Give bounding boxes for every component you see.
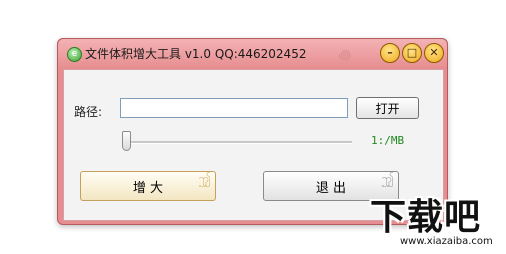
site-watermark: 下载吧 www.xiazaiba.com	[370, 196, 502, 248]
path-input[interactable]	[120, 98, 348, 118]
minimize-icon[interactable]: –	[380, 43, 400, 63]
size-slider-thumb[interactable]	[122, 131, 131, 151]
size-readout: 1:/MB	[371, 134, 405, 147]
exit-button-label: 退 出	[315, 180, 347, 196]
app-icon: e	[67, 47, 82, 62]
open-button-label: 打开	[375, 101, 400, 116]
close-icon[interactable]: ✕	[424, 43, 444, 63]
open-button[interactable]: 打开	[356, 97, 419, 119]
swirl-ornament-icon: ꩶ	[381, 172, 394, 185]
enlarge-button[interactable]: 增 大 ꩶ	[80, 171, 216, 201]
watermark-url: www.xiazaiba.com	[400, 236, 493, 247]
swirl-ornament-icon: ꩜	[338, 48, 351, 63]
watermark-brand: 下载吧	[370, 197, 482, 238]
swirl-ornament-icon: ꩶ	[198, 172, 211, 185]
maximize-icon[interactable]: □	[402, 43, 422, 63]
size-slider-track[interactable]	[122, 141, 352, 144]
path-label: 路径:	[74, 105, 103, 119]
window-title: 文件体积增大工具 v1.0 QQ:446202452	[85, 47, 307, 61]
title-bar[interactable]: e 文件体积增大工具 v1.0 QQ:446202452 ꩜ – □ ✕	[58, 39, 447, 67]
enlarge-button-label: 增 大	[132, 180, 164, 196]
